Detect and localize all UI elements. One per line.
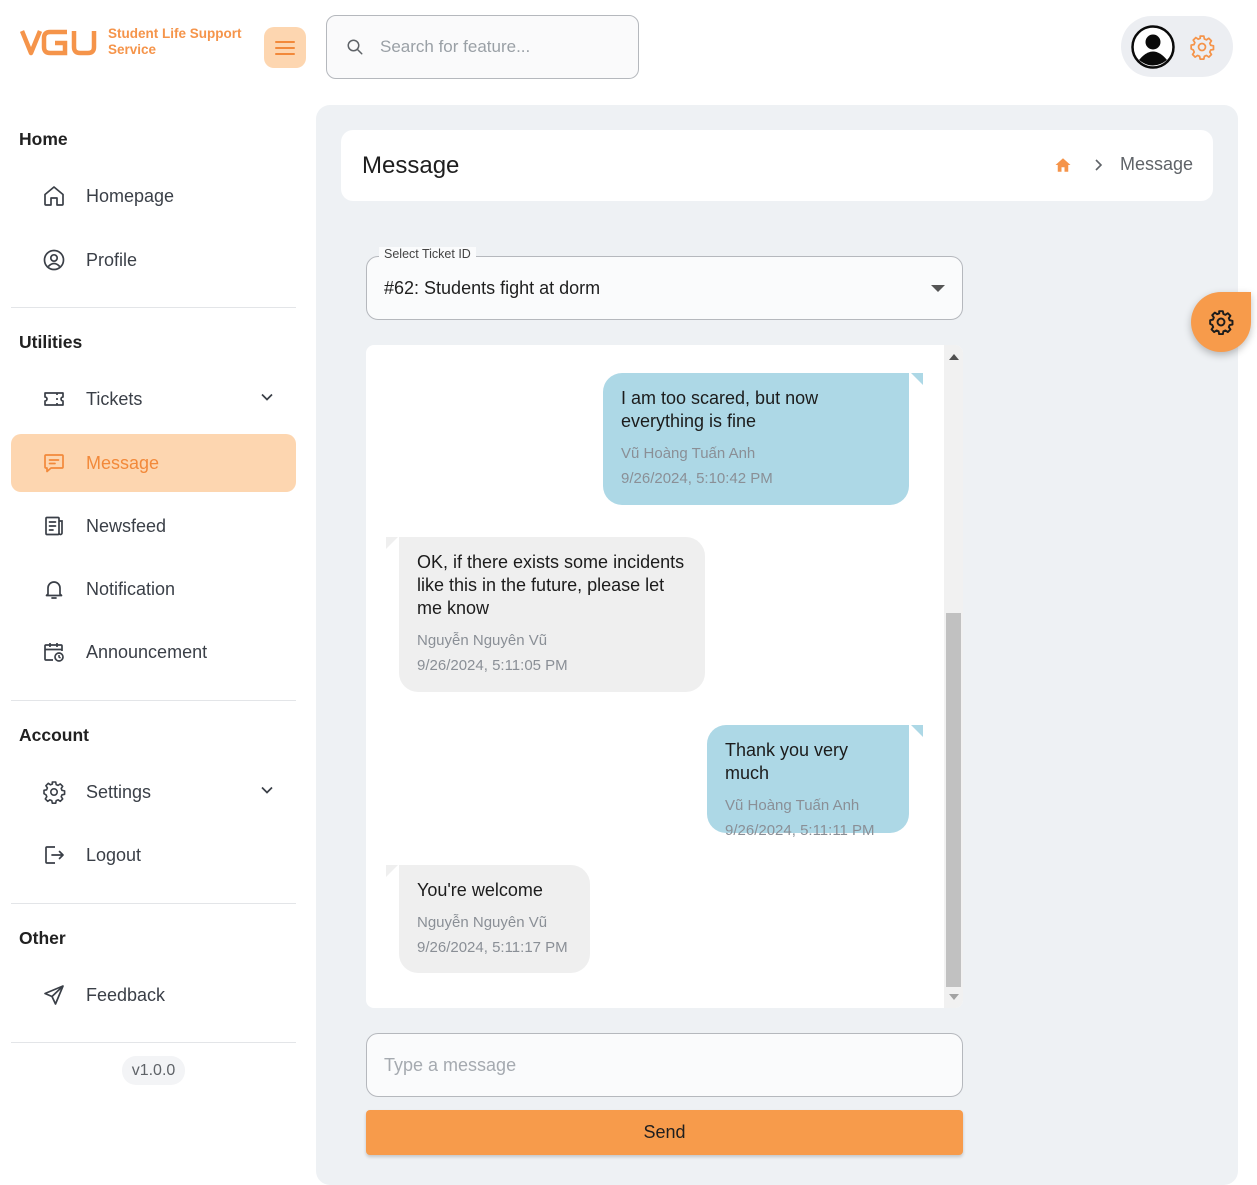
message-time: 9/26/2024, 5:10:42 PM xyxy=(621,470,773,487)
sidebar-item-message[interactable]: Message xyxy=(11,434,296,492)
user-menu[interactable] xyxy=(1121,16,1233,77)
message-scrollbar[interactable] xyxy=(944,345,963,1008)
message-time: 9/26/2024, 5:11:17 PM xyxy=(417,939,568,956)
avatar-icon[interactable] xyxy=(1131,24,1175,69)
message-sender: Vũ Hoàng Tuấn Anh xyxy=(621,445,756,462)
home-icon[interactable] xyxy=(1054,156,1072,174)
message-sender: Vũ Hoàng Tuấn Anh xyxy=(725,797,860,814)
message-sender: Nguyễn Nguyên Vũ xyxy=(417,632,548,649)
sidebar-item-label: Newsfeed xyxy=(86,515,167,536)
message-bubble-received: OK, if there exists some incidents like … xyxy=(399,537,705,692)
section-title-utilities: Utilities xyxy=(19,332,83,352)
section-title-home: Home xyxy=(19,129,68,149)
bubble-tail xyxy=(386,537,398,549)
message-text: Thank you very much xyxy=(725,740,849,783)
sidebar-item-label: Logout xyxy=(86,844,142,865)
search-icon xyxy=(347,39,363,55)
page-title: Message xyxy=(362,152,460,179)
ticket-select-label: Select Ticket ID xyxy=(379,247,476,261)
sidebar-divider xyxy=(11,903,296,904)
sidebar-item-feedback[interactable]: Feedback xyxy=(11,966,296,1024)
message-text: OK, if there exists some incidents like … xyxy=(417,552,685,618)
sidebar-item-label: Tickets xyxy=(86,388,143,409)
section-title-other: Other xyxy=(19,928,66,948)
home-icon xyxy=(42,184,66,208)
sidebar-item-label: Notification xyxy=(86,578,176,599)
scroll-thumb[interactable] xyxy=(946,613,961,987)
message-time: 9/26/2024, 5:11:11 PM xyxy=(725,822,875,839)
message-bubble-sent: Thank you very much Vũ Hoàng Tuấn Anh 9/… xyxy=(707,725,909,839)
sidebar-item-label: Feedback xyxy=(86,984,166,1005)
chevron-down-icon xyxy=(261,393,273,401)
sidebar-divider xyxy=(11,307,296,308)
chevron-right-icon xyxy=(1095,158,1103,171)
ticket-icon xyxy=(42,387,66,411)
app-logo[interactable]: Student Life Support Service xyxy=(20,26,253,58)
sidebar-item-notification[interactable]: Notification xyxy=(11,560,296,618)
page-header: Message Message xyxy=(341,130,1213,201)
version-badge: v1.0.0 xyxy=(122,1056,185,1085)
newsfeed-icon xyxy=(42,514,66,538)
search-input[interactable] xyxy=(380,37,620,57)
sidebar-item-label: Settings xyxy=(86,781,152,802)
message-time: 9/26/2024, 5:11:05 PM xyxy=(417,657,568,674)
message-bubble-sent: I am too scared, but now everything is f… xyxy=(603,373,909,505)
sidebar-divider xyxy=(11,700,296,701)
settings-fab[interactable] xyxy=(1191,292,1251,352)
gear-icon[interactable] xyxy=(1189,34,1215,60)
sidebar-divider xyxy=(11,1042,296,1043)
send-icon xyxy=(42,983,66,1007)
send-button[interactable]: Send xyxy=(366,1110,963,1155)
bubble-tail xyxy=(386,865,398,877)
profile-icon xyxy=(42,248,66,272)
message-bubble-received: You're welcome Nguyễn Nguyên Vũ 9/26/202… xyxy=(399,865,590,973)
sidebar-item-tickets[interactable]: Tickets xyxy=(11,370,296,428)
scroll-up-arrow-icon[interactable] xyxy=(949,354,959,360)
logout-icon xyxy=(42,843,66,867)
sidebar-item-profile[interactable]: Profile xyxy=(11,231,296,289)
gear-icon xyxy=(42,780,66,804)
service-name: Student Life Support Service xyxy=(108,26,242,57)
message-input[interactable] xyxy=(366,1033,963,1097)
message-icon xyxy=(42,451,66,475)
sidebar-item-label: Homepage xyxy=(86,185,175,206)
ticket-select[interactable]: Select Ticket ID #62: Students fight at … xyxy=(366,247,963,320)
bell-icon xyxy=(42,577,66,601)
message-sender: Nguyễn Nguyên Vũ xyxy=(417,914,548,931)
sidebar-item-label: Announcement xyxy=(86,641,208,662)
message-text: You're welcome xyxy=(417,880,543,900)
section-title-account: Account xyxy=(19,725,89,745)
message-list[interactable]: I am too scared, but now everything is f… xyxy=(366,345,963,1008)
chevron-down-icon xyxy=(261,786,273,794)
breadcrumb: Message xyxy=(1054,154,1193,175)
scroll-down-arrow-icon[interactable] xyxy=(949,994,959,1000)
breadcrumb-current: Message xyxy=(1119,154,1193,174)
search-box[interactable] xyxy=(326,15,639,79)
hamburger-icon xyxy=(275,40,295,55)
sidebar-item-logout[interactable]: Logout xyxy=(11,826,296,884)
message-text: I am too scared, but now everything is f… xyxy=(621,388,819,431)
ticket-select-value: #62: Students fight at dorm xyxy=(384,278,601,298)
sidebar-item-newsfeed[interactable]: Newsfeed xyxy=(11,497,296,555)
sidebar-item-label: Profile xyxy=(86,249,138,270)
bubble-tail xyxy=(911,373,923,385)
gear-icon xyxy=(1209,310,1234,335)
dropdown-arrow-icon xyxy=(931,285,945,292)
calendar-clock-icon xyxy=(42,640,66,664)
bubble-tail xyxy=(911,725,923,737)
sidebar-item-homepage[interactable]: Homepage xyxy=(11,167,296,225)
sidebar-item-announcement[interactable]: Announcement xyxy=(11,623,296,681)
menu-toggle-button[interactable] xyxy=(264,27,306,68)
vgu-logo-mark xyxy=(20,29,97,56)
sidebar-item-settings[interactable]: Settings xyxy=(11,763,296,821)
sidebar-item-label: Message xyxy=(86,452,160,473)
